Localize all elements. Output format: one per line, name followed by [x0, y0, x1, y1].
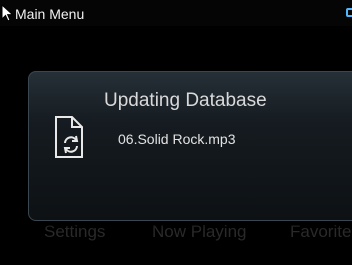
menu-item-settings[interactable]: Settings	[44, 222, 105, 242]
current-file-name: 06.Solid Rock.mp3	[118, 131, 236, 147]
status-title: Main Menu	[15, 6, 85, 22]
menu-item-now-playing[interactable]: Now Playing	[152, 222, 247, 242]
dialog-title: Updating Database	[104, 90, 267, 111]
file-sync-icon	[55, 116, 83, 158]
status-bar: Main Menu	[0, 0, 352, 26]
battery-icon	[346, 8, 352, 17]
mouse-pointer-icon	[1, 4, 14, 22]
device-screen: Main Menu Settings Now Playing Favorites…	[0, 0, 352, 265]
updating-database-dialog: Updating Database 06.Solid Rock.mp3	[28, 71, 352, 221]
menu-item-favorites[interactable]: Favorites	[290, 222, 352, 242]
